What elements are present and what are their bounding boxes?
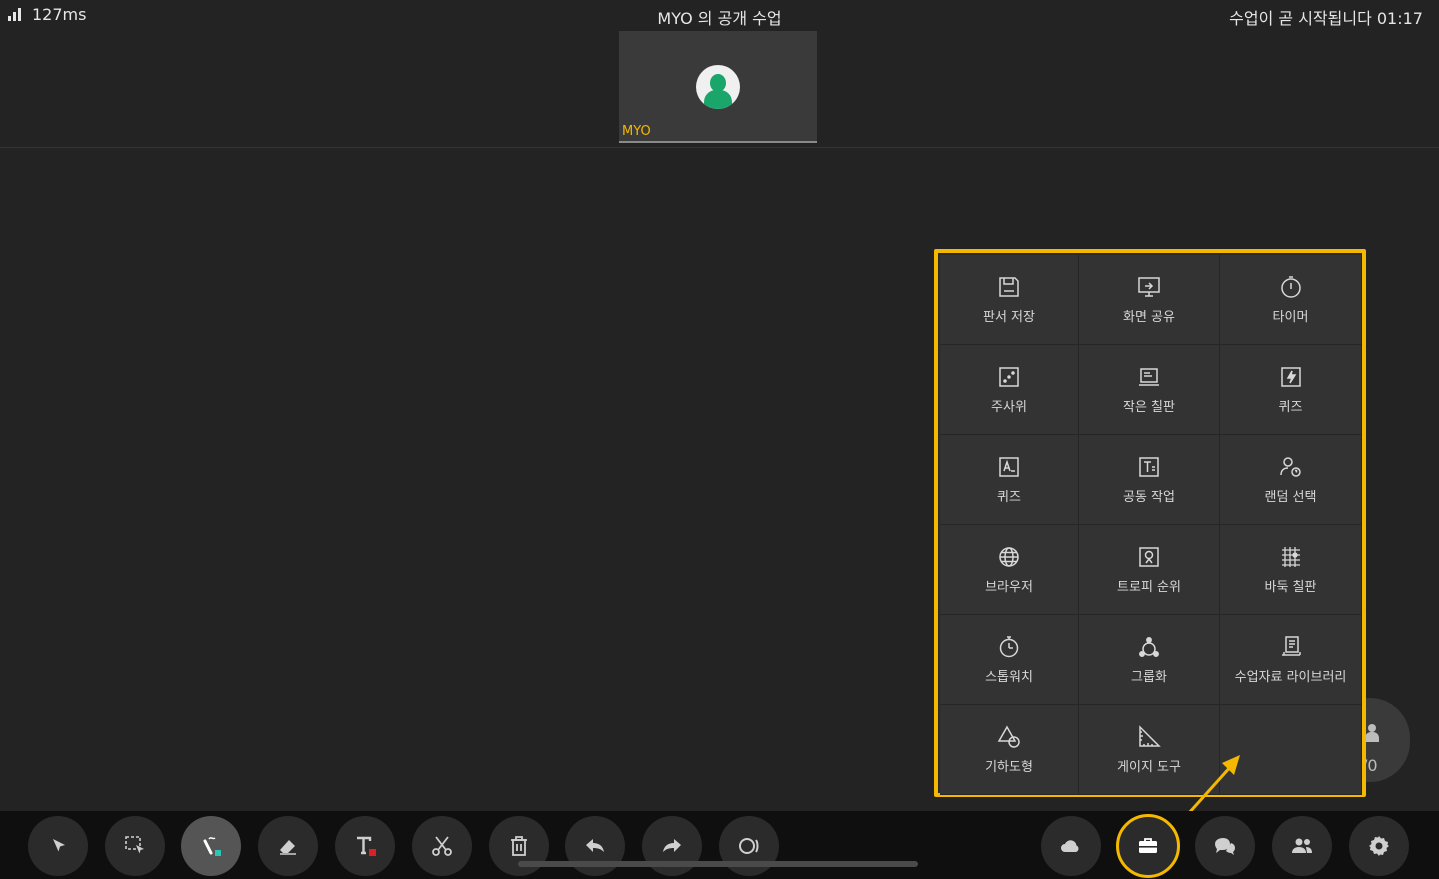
page-title: MYO 의 공개 수업 — [657, 9, 782, 28]
tool-quiz-flash[interactable]: 퀴즈 — [1220, 345, 1362, 435]
class-countdown: 수업이 곧 시작됩니다 01:17 — [1229, 9, 1423, 28]
tool-screen-share[interactable]: 화면 공유 — [1079, 255, 1220, 345]
geometry-icon — [996, 724, 1022, 750]
area-select-icon — [125, 836, 144, 854]
tool-label: 그룹화 — [1131, 670, 1167, 685]
area-select-tool-button[interactable] — [105, 816, 165, 876]
timer-icon — [1278, 274, 1304, 300]
toolbox-icon — [1139, 838, 1157, 853]
eraser-icon — [280, 840, 296, 855]
participant-name: MYO — [622, 124, 651, 139]
tool-label: 랜덤 선택 — [1264, 490, 1317, 505]
tool-label: 스톱워치 — [985, 670, 1033, 685]
cloud-button[interactable] — [1041, 816, 1101, 876]
tool-label: 작은 칠판 — [1123, 400, 1175, 415]
tool-small-blackboard[interactable]: 작은 칠판 — [1079, 345, 1220, 435]
group-icon — [1136, 634, 1162, 660]
trash-icon — [511, 836, 527, 856]
home-indicator — [518, 861, 918, 867]
tool-board-save[interactable]: 판서 저장 — [940, 255, 1079, 345]
tool-label: 판서 저장 — [983, 310, 1035, 325]
person-icon — [1364, 724, 1380, 742]
screen-share-icon — [1136, 274, 1162, 300]
save-icon — [996, 274, 1022, 300]
trophy-icon — [1136, 544, 1162, 570]
divider — [0, 147, 1439, 148]
gear-icon — [1369, 836, 1389, 856]
tool-label: 화면 공유 — [1123, 310, 1175, 325]
status-bar: 127ms MYO 의 공개 수업 수업이 곧 시작됩니다 01:17 — [0, 0, 1439, 30]
tools-panel: 판서 저장 화면 공유 타이머 주사위 작은 칠판 퀴즈 퀴즈 공동 작업 랜덤… — [934, 249, 1366, 797]
quiz-text-icon — [996, 454, 1022, 480]
tool-class-library[interactable]: 수업자료 라이브러리 — [1220, 615, 1362, 705]
settings-button[interactable] — [1349, 816, 1409, 876]
pointer-tool-button[interactable] — [28, 816, 88, 876]
tool-label: 공동 작업 — [1123, 490, 1175, 505]
pointer-icon — [53, 839, 65, 852]
scissors-tool-button[interactable] — [412, 816, 472, 876]
toolbox-button[interactable] — [1116, 814, 1180, 878]
collaboration-icon — [1136, 454, 1162, 480]
globe-icon — [996, 544, 1022, 570]
tool-label: 브라우저 — [985, 580, 1033, 595]
tool-geometry[interactable]: 기하도형 — [940, 705, 1079, 795]
tool-grouping[interactable]: 그룹화 — [1079, 615, 1220, 705]
tool-label: 트로피 순위 — [1117, 580, 1181, 595]
tool-quiz-text[interactable]: 퀴즈 — [940, 435, 1079, 525]
small-blackboard-icon — [1136, 364, 1162, 390]
bottom-toolbar — [0, 811, 1439, 879]
delete-button[interactable] — [489, 816, 549, 876]
scissors-icon — [432, 836, 452, 856]
undo-icon — [586, 839, 604, 852]
participants-button[interactable] — [1272, 816, 1332, 876]
text-icon — [357, 836, 376, 856]
random-pick-icon — [1278, 454, 1304, 480]
tool-label: 타이머 — [1272, 310, 1309, 325]
tool-label: 수업자료 라이브러리 — [1234, 670, 1347, 685]
eraser-tool-button[interactable] — [258, 816, 318, 876]
cloud-icon — [1061, 840, 1079, 852]
users-icon — [1292, 838, 1312, 853]
chat-button[interactable] — [1195, 816, 1255, 876]
tool-label: 주사위 — [991, 400, 1027, 415]
undo-button[interactable] — [565, 816, 625, 876]
pen-tool-button[interactable] — [181, 816, 241, 876]
dice-icon — [996, 364, 1022, 390]
tool-stopwatch[interactable]: 스톱워치 — [940, 615, 1079, 705]
tool-label: 바둑 칠판 — [1264, 580, 1317, 595]
stopwatch-icon — [996, 634, 1022, 660]
tool-browser[interactable]: 브라우저 — [940, 525, 1079, 615]
text-tool-button[interactable] — [335, 816, 395, 876]
tool-dice[interactable]: 주사위 — [940, 345, 1079, 435]
redo-icon — [663, 839, 681, 852]
tool-collaboration[interactable]: 공동 작업 — [1079, 435, 1220, 525]
go-board-icon — [1278, 544, 1304, 570]
tool-label: 퀴즈 — [997, 490, 1021, 505]
tool-random-pick[interactable]: 랜덤 선택 — [1220, 435, 1362, 525]
avatar — [696, 65, 740, 109]
pen-icon — [203, 837, 221, 856]
library-icon — [1278, 634, 1304, 660]
tool-trophy-ranking[interactable]: 트로피 순위 — [1079, 525, 1220, 615]
video-tile[interactable]: MYO — [619, 31, 817, 143]
laser-icon — [739, 838, 759, 854]
tool-timer[interactable]: 타이머 — [1220, 255, 1362, 345]
quiz-flash-icon — [1278, 364, 1304, 390]
redo-button[interactable] — [642, 816, 702, 876]
tool-go-board[interactable]: 바둑 칠판 — [1220, 525, 1362, 615]
chat-icon — [1215, 838, 1235, 855]
tool-label: 퀴즈 — [1278, 400, 1303, 415]
tool-label: 기하도형 — [985, 760, 1033, 775]
laser-pointer-button[interactable] — [719, 816, 779, 876]
ruler-icon — [1136, 724, 1162, 750]
